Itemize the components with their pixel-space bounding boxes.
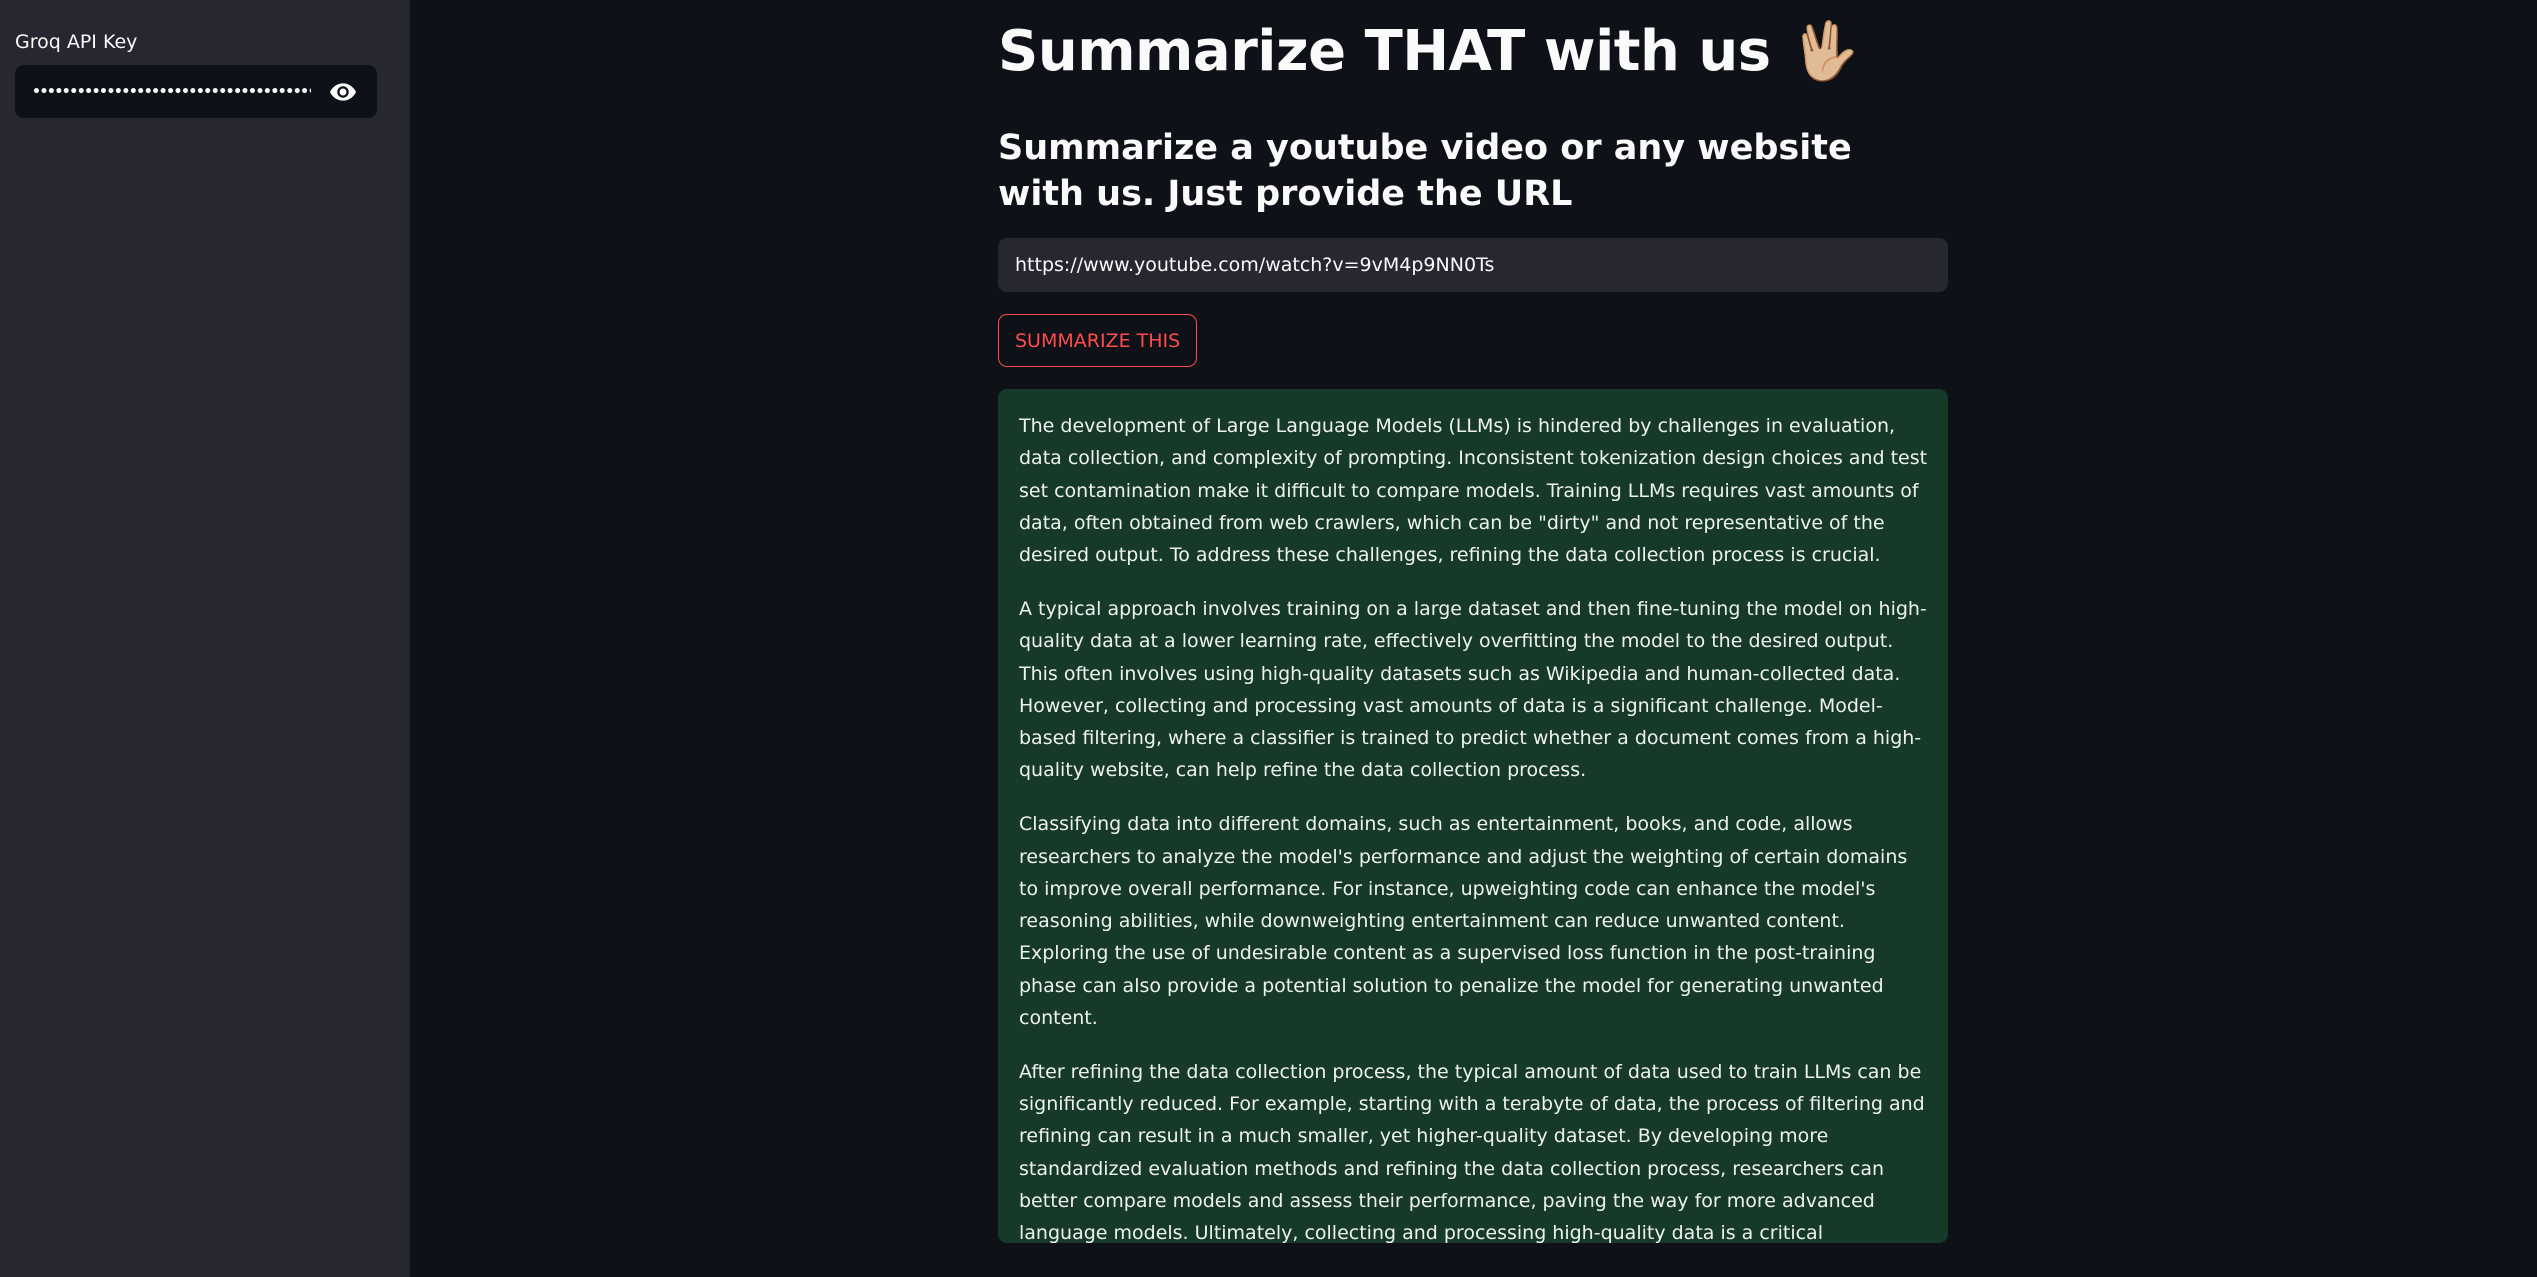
eye-icon	[330, 82, 356, 101]
title-text: Summarize THAT with us	[998, 19, 1771, 84]
summary-paragraph: After refining the data collection proce…	[1019, 1060, 1925, 1243]
summary-paragraph: The development of Large Language Models…	[1019, 415, 1928, 567]
vulcan-salute-emoji: 🖖🏼	[1789, 19, 1860, 84]
summarize-button[interactable]: SUMMARIZE THIS	[998, 314, 1198, 367]
api-key-input[interactable]: ••••••••••••••••••••••••••••••••••••••••…	[32, 84, 311, 100]
show-password-button[interactable]	[321, 72, 365, 112]
page-title: Summarize THAT with us 🖖🏼	[998, 18, 1859, 84]
page-subtitle: Summarize a youtube video or any website…	[998, 128, 1852, 214]
summary-paragraph: Classifying data into different domains,…	[1019, 813, 1908, 1030]
api-key-label: Groq API Key	[15, 31, 138, 53]
api-key-field[interactable]: ••••••••••••••••••••••••••••••••••••••••…	[15, 65, 377, 118]
sidebar: Groq API Key •••••••••••••••••••••••••••…	[0, 0, 410, 1277]
url-input[interactable]	[998, 238, 1948, 292]
summary-result: The development of Large Language Models…	[998, 389, 1948, 1243]
summary-paragraph: A typical approach involves training on …	[1019, 597, 1927, 782]
